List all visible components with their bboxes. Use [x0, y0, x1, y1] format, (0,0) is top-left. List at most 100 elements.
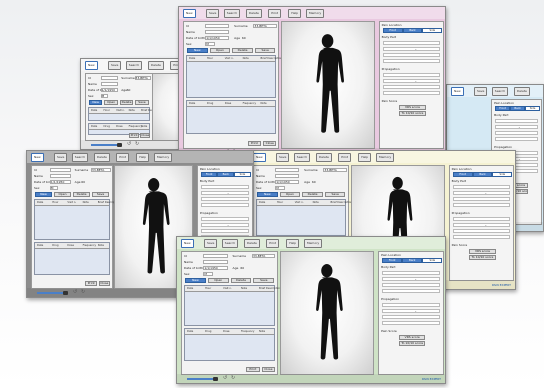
toolbar-tab-memory[interactable]: Memory [306, 9, 325, 18]
toolbar-tab-delete[interactable]: Delete [316, 153, 332, 162]
toolbar-tab-memory[interactable]: Memory [376, 153, 395, 162]
footer-button-print[interactable]: Print [129, 133, 139, 138]
score-value-button[interactable]: To 10/10 score [398, 341, 426, 346]
body-silhouette-icon[interactable] [289, 32, 366, 138]
pain-tab-back[interactable]: Back [472, 172, 493, 177]
body-part-row[interactable] [495, 119, 539, 123]
list-button-save[interactable]: Save [135, 100, 149, 105]
body-part-row[interactable] [452, 197, 511, 201]
body-part-row[interactable] [200, 203, 249, 207]
footer-button-close[interactable]: Close [140, 133, 150, 138]
toolbar-tab-search[interactable]: Search [125, 61, 143, 70]
body-part-row[interactable]: ⌄ [382, 277, 441, 281]
propagation-row[interactable] [452, 235, 511, 239]
body-silhouette-icon[interactable] [288, 262, 366, 364]
toolbar-tab-new[interactable]: New [451, 87, 464, 96]
propagation-row[interactable] [200, 217, 249, 221]
toolbar-tab-help[interactable]: Help [288, 9, 302, 18]
body-part-row[interactable] [382, 59, 441, 63]
toolbar-tab-delete[interactable]: Delete [246, 9, 262, 18]
list-button-open[interactable]: Open [279, 192, 301, 197]
toolbar-tab-new[interactable]: New [31, 153, 44, 162]
toolbar-tab-new[interactable]: New [183, 9, 196, 18]
id-field[interactable] [50, 168, 71, 172]
vrs-score-button[interactable]: VRS score [399, 105, 426, 110]
list-button-open[interactable]: Open [54, 192, 72, 197]
toolbar-tab-save[interactable]: Save [276, 153, 290, 162]
toolbar-tab-save[interactable]: Save [54, 153, 68, 162]
zoom-slider-knob[interactable] [117, 143, 122, 147]
list-button-delete[interactable]: Delete [73, 192, 91, 197]
propagation-row[interactable] [382, 321, 441, 325]
toolbar-tab-new[interactable]: New [253, 153, 266, 162]
pain-tab-front[interactable]: Front [382, 258, 403, 263]
id-field[interactable] [203, 254, 228, 258]
body-part-row[interactable] [452, 185, 511, 189]
score-value-button[interactable]: To 10/10 score [469, 255, 496, 260]
id-field[interactable] [100, 76, 118, 80]
name-field[interactable] [205, 30, 230, 34]
propagation-row[interactable] [382, 91, 441, 95]
visits-list[interactable]: DateHourVisit n.NoteBrief Description [34, 199, 119, 241]
body-part-row[interactable]: ⌄ [382, 47, 441, 51]
toolbar-tab-delete[interactable]: Delete [514, 87, 530, 96]
toolbar-tab-delete[interactable]: Delete [244, 239, 260, 248]
pain-tab-back[interactable]: Back [402, 258, 423, 263]
zoom-slider[interactable] [91, 144, 117, 146]
pain-tab-front[interactable]: Front [495, 106, 511, 111]
id-field[interactable] [275, 168, 300, 172]
pain-tab-front[interactable]: Front [452, 172, 473, 177]
body-part-row[interactable] [382, 53, 441, 57]
toolbar-tab-new[interactable]: New [85, 61, 98, 70]
body-figure-panel[interactable] [279, 251, 375, 375]
propagation-row[interactable] [382, 303, 441, 307]
list-button-new[interactable]: New [89, 100, 103, 105]
visits-list[interactable]: DateHourVisit n.NoteBrief Description [184, 285, 281, 327]
list-button-save[interactable]: Save [254, 48, 276, 53]
list-button-delete[interactable]: Delete [230, 278, 252, 283]
name-field[interactable] [203, 260, 228, 264]
body-part-row[interactable] [382, 289, 441, 293]
body-part-row[interactable] [200, 197, 249, 201]
pain-tab-front[interactable]: Front [200, 172, 218, 177]
name-field[interactable] [50, 174, 71, 178]
propagation-row[interactable] [382, 73, 441, 77]
pain-tab-back[interactable]: Back [510, 106, 526, 111]
list-button-delete[interactable]: Delete [232, 48, 253, 53]
pain-tab-side[interactable]: Side [422, 28, 443, 33]
pain-tab-front[interactable]: Front [382, 28, 403, 33]
body-figure-panel[interactable] [280, 21, 375, 149]
toolbar-tab-print[interactable]: Print [338, 153, 352, 162]
zoom-slider-knob[interactable] [213, 377, 218, 381]
list-button-new[interactable]: New [185, 278, 206, 283]
zoom-slider-knob[interactable] [63, 291, 68, 295]
toolbar-tab-memory[interactable]: Memory [304, 239, 323, 248]
body-part-row[interactable] [495, 137, 539, 141]
pain-tab-back[interactable]: Back [217, 172, 235, 177]
footer-button-print[interactable]: Print [246, 367, 260, 372]
footer-button-print[interactable]: Print [85, 281, 97, 286]
vrs-score-button[interactable]: VRS score [469, 249, 496, 254]
list-button-delete[interactable]: Delete [302, 192, 323, 197]
footer-button-close[interactable]: Close [98, 281, 111, 286]
propagation-row[interactable]: ⌄ [200, 223, 249, 227]
toolbar-tab-search[interactable]: Search [71, 153, 89, 162]
visits-list[interactable]: DateHourVisit n.NoteBrief Description [88, 107, 163, 122]
redo-icon[interactable]: ↻ [135, 142, 139, 147]
zoom-slider[interactable] [187, 378, 213, 380]
vrs-score-button[interactable]: VRS score [398, 335, 426, 340]
toolbar-tab-save[interactable]: Save [108, 61, 122, 70]
pain-tab-side[interactable]: Side [492, 172, 513, 177]
toolbar-tab-search[interactable]: Search [223, 9, 241, 18]
toolbar-tab-search[interactable]: Search [221, 239, 239, 248]
body-part-row[interactable] [382, 41, 441, 45]
propagation-row[interactable] [200, 229, 249, 233]
list-button-open[interactable]: Open [209, 48, 231, 53]
list-button-new[interactable]: New [187, 48, 208, 53]
redo-icon[interactable]: ↻ [231, 376, 235, 381]
body-part-row[interactable] [495, 131, 539, 135]
redo-icon[interactable]: ↻ [81, 290, 85, 295]
footer-button-close[interactable]: Close [261, 367, 276, 372]
id-field[interactable] [205, 24, 230, 28]
toolbar-tab-delete[interactable]: Delete [148, 61, 164, 70]
